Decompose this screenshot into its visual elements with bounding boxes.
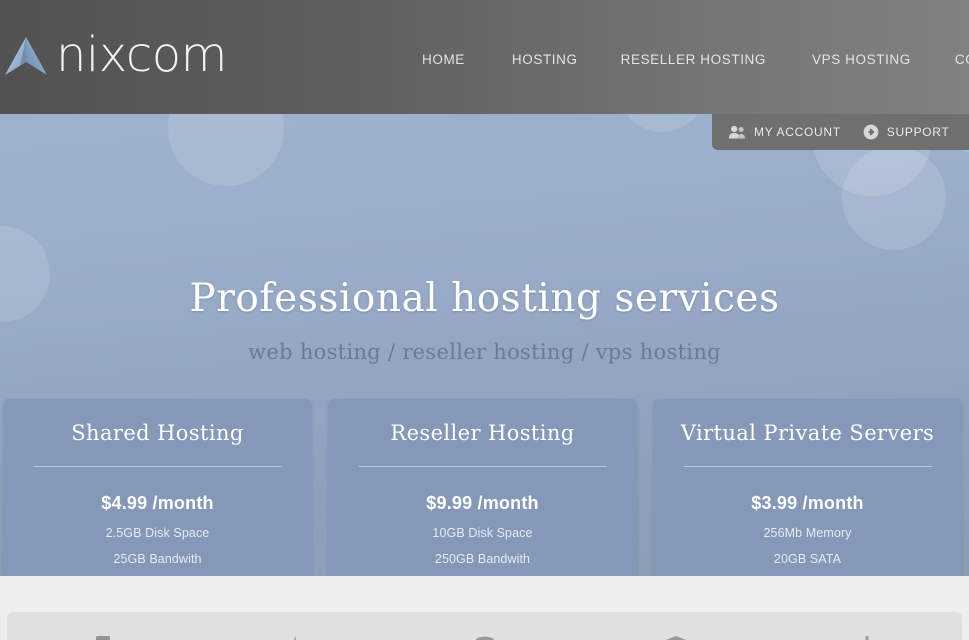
card-feature: 256Mb Memory — [763, 526, 852, 541]
card-feature: 25GB Bandwith — [113, 552, 202, 567]
card-price: $9.99 /month — [426, 493, 539, 514]
card-divider — [33, 466, 282, 468]
my-account-link[interactable]: MY ACCOUNT — [728, 125, 841, 139]
pricing-card-reseller-hosting[interactable]: Reseller Hosting $9.99 /month 10GB Disk … — [328, 399, 637, 576]
card-feature: 20GB SATA — [773, 552, 842, 567]
hero-subtitle: web hosting / reseller hosting / vps hos… — [248, 340, 721, 364]
pricing-cards: Shared Hosting $4.99 /month 2.5GB Disk S… — [3, 399, 966, 576]
support-label: SUPPORT — [886, 125, 950, 139]
pricing-card-shared-hosting[interactable]: Shared Hosting $4.99 /month 2.5GB Disk S… — [3, 399, 312, 576]
support-link[interactable]: SUPPORT — [863, 124, 950, 140]
main-navigation: HOME HOSTING RESELLER HOSTING VPS HOSTIN… — [400, 52, 969, 67]
arrow-up-chevron-icon — [0, 29, 52, 85]
arrow-circle-right-icon — [863, 124, 879, 140]
database-icon — [475, 636, 494, 640]
bokeh-circle — [842, 146, 946, 250]
server-rack-icon — [95, 636, 110, 640]
feature-icon-row — [7, 636, 962, 640]
features-panel — [7, 612, 962, 640]
feature-cell[interactable] — [198, 636, 389, 640]
card-title: Shared Hosting — [71, 421, 244, 445]
feature-cell[interactable] — [771, 636, 962, 640]
logo-text: nixcom — [56, 27, 227, 83]
site-logo[interactable]: nixcom — [0, 26, 227, 88]
shield-icon — [665, 636, 686, 640]
card-feature: 250GB Bandwith — [434, 552, 531, 567]
bokeh-circle — [168, 114, 284, 186]
gear-icon — [865, 636, 868, 640]
nav-item-contact[interactable]: CONTACT — [955, 52, 969, 67]
nav-item-hosting[interactable]: HOSTING — [512, 52, 578, 67]
card-price: $4.99 /month — [101, 493, 214, 514]
hero-title: Professional hosting services — [189, 276, 780, 321]
users-icon — [728, 125, 746, 139]
site-header: nixcom HOME HOSTING RESELLER HOSTING VPS… — [0, 0, 969, 114]
lightning-bolt-icon — [293, 636, 296, 640]
feature-cell[interactable] — [389, 636, 580, 640]
my-account-label: MY ACCOUNT — [754, 125, 841, 139]
card-divider — [683, 466, 932, 468]
nav-item-reseller-hosting[interactable]: RESELLER HOSTING — [621, 52, 766, 67]
bokeh-circle — [618, 114, 706, 132]
card-divider — [358, 466, 607, 468]
card-price: $3.99 /month — [751, 493, 864, 514]
feature-cell[interactable] — [580, 636, 771, 640]
page-root: nixcom HOME HOSTING RESELLER HOSTING VPS… — [0, 0, 969, 640]
nav-item-vps-hosting[interactable]: VPS HOSTING — [812, 52, 911, 67]
features-section — [0, 576, 969, 640]
card-title: Virtual Private Servers — [680, 421, 935, 445]
card-title: Reseller Hosting — [390, 421, 575, 445]
feature-cell[interactable] — [7, 636, 198, 640]
account-support-bar: MY ACCOUNT SUPPORT — [712, 114, 969, 150]
card-feature: 10GB Disk Space — [432, 526, 533, 541]
nav-item-home[interactable]: HOME — [422, 52, 465, 67]
pricing-card-virtual-private-servers[interactable]: Virtual Private Servers $3.99 /month 256… — [653, 399, 962, 576]
hero-section: Professional hosting services web hostin… — [0, 114, 969, 576]
card-feature: 2.5GB Disk Space — [105, 526, 210, 541]
